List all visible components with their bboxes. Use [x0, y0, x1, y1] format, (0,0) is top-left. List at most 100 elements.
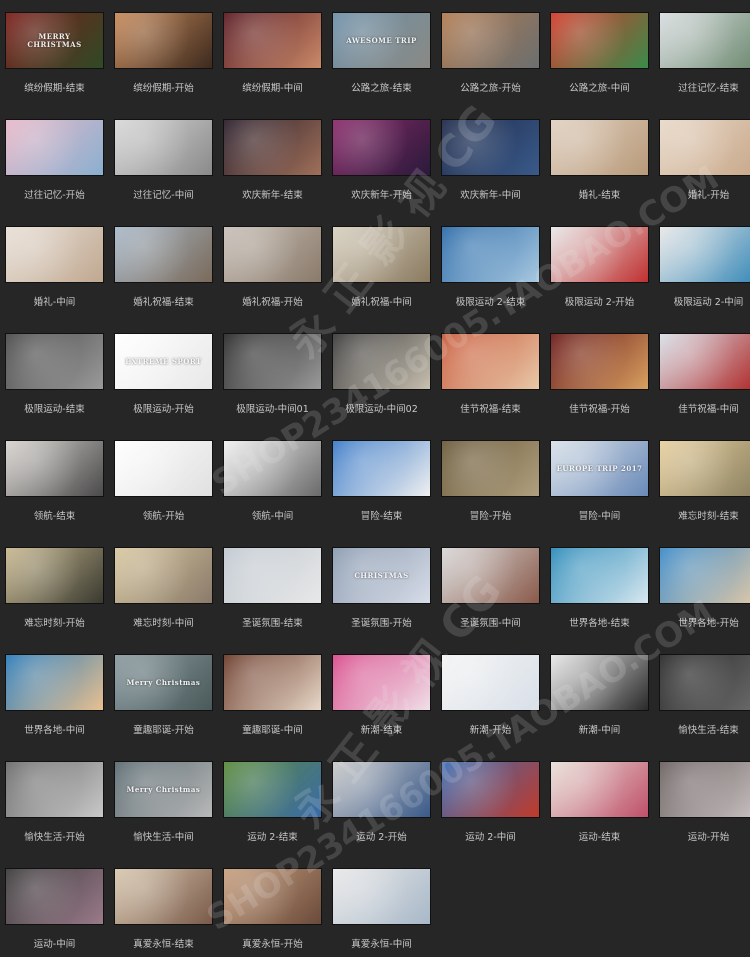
thumbnail-label: 过往记忆-结束	[678, 83, 739, 94]
thumbnail-title-text	[119, 441, 208, 496]
thumbnail-image	[224, 655, 321, 710]
thumbnail-label: 运动 2-中间	[465, 832, 516, 843]
template-thumbnail[interactable]: 婚礼-中间	[6, 215, 103, 309]
thumbnail-label: 佳节祝福-开始	[569, 404, 630, 415]
template-grid: MERRY CHRISTMAS 缤纷假期-结束 缤纷假期-开始 缤纷假期-中间 AWES…	[0, 0, 750, 957]
template-thumbnail[interactable]: 领航-中间	[224, 429, 321, 523]
template-thumbnail[interactable]: 婚礼-开始	[660, 108, 750, 202]
template-thumbnail[interactable]: 新潮-结束	[333, 643, 430, 737]
thumbnail-title-text	[119, 548, 208, 603]
template-thumbnail[interactable]: 领航-结束	[6, 429, 103, 523]
thumbnail-label: 世界各地-中间	[24, 725, 85, 736]
thumbnail-label: 极限运动 2-开始	[564, 297, 635, 308]
template-thumbnail[interactable]: 极限运动 2-开始	[551, 215, 648, 309]
template-thumbnail[interactable]: 童趣耶诞-中间	[224, 643, 321, 737]
thumbnail-image	[333, 869, 430, 924]
thumbnail-label: 圣诞氛围-中间	[460, 618, 521, 629]
template-thumbnail[interactable]: 运动 2-开始	[333, 750, 430, 844]
template-thumbnail[interactable]: 难忘时刻-中间	[115, 536, 212, 630]
thumbnail-label: 公路之旅-中间	[569, 83, 630, 94]
thumbnail-title-text	[446, 227, 535, 282]
template-thumbnail[interactable]: 婚礼祝福-开始	[224, 215, 321, 309]
template-thumbnail[interactable]: MERRY CHRISTMAS 缤纷假期-结束	[6, 1, 103, 95]
template-thumbnail[interactable]: 真爱永恒-结束	[115, 857, 212, 951]
template-thumbnail[interactable]: 运动 2-中间	[442, 750, 539, 844]
template-thumbnail[interactable]: 极限运动 2-中间	[660, 215, 750, 309]
template-thumbnail[interactable]: 运动-中间	[6, 857, 103, 951]
template-thumbnail[interactable]: 圣诞氛围-结束	[224, 536, 321, 630]
template-thumbnail[interactable]: 佳节祝福-结束	[442, 322, 539, 416]
thumbnail-label: 极限运动 2-中间	[673, 297, 744, 308]
thumbnail-image	[6, 869, 103, 924]
template-thumbnail[interactable]: 圣诞氛围-中间	[442, 536, 539, 630]
template-thumbnail[interactable]: 世界各地-开始	[660, 536, 750, 630]
template-thumbnail[interactable]: 新潮-中间	[551, 643, 648, 737]
template-thumbnail[interactable]: 领航-开始	[115, 429, 212, 523]
thumbnail-image: CHRISTMAS	[333, 548, 430, 603]
thumbnail-image	[442, 548, 539, 603]
template-thumbnail[interactable]: 极限运动-结束	[6, 322, 103, 416]
template-thumbnail[interactable]: 世界各地-中间	[6, 643, 103, 737]
template-thumbnail[interactable]: 难忘时刻-结束	[660, 429, 750, 523]
template-thumbnail[interactable]: Merry Christmas 童趣耶诞-开始	[115, 643, 212, 737]
template-thumbnail[interactable]: 公路之旅-开始	[442, 1, 539, 95]
thumbnail-image	[442, 120, 539, 175]
thumbnail-title-text: EXTREME SPORT	[125, 356, 202, 366]
template-thumbnail[interactable]: 过往记忆-开始	[6, 108, 103, 202]
thumbnail-image	[224, 334, 321, 389]
template-thumbnail[interactable]: 运动-结束	[551, 750, 648, 844]
template-thumbnail[interactable]: 婚礼祝福-结束	[115, 215, 212, 309]
thumbnail-label: 欢庆新年-开始	[351, 190, 412, 201]
thumbnail-label: 领航-结束	[33, 511, 76, 522]
template-thumbnail[interactable]: 婚礼祝福-中间	[333, 215, 430, 309]
thumbnail-title-text	[10, 655, 99, 710]
thumbnail-image	[333, 120, 430, 175]
template-thumbnail[interactable]: 欢庆新年-中间	[442, 108, 539, 202]
template-thumbnail[interactable]: 佳节祝福-开始	[551, 322, 648, 416]
template-thumbnail[interactable]: 冒险-开始	[442, 429, 539, 523]
template-thumbnail[interactable]: 过往记忆-中间	[115, 108, 212, 202]
template-thumbnail[interactable]: 运动 2-结束	[224, 750, 321, 844]
thumbnail-title-text	[555, 762, 644, 817]
thumbnail-label: 愉快生活-结束	[678, 725, 739, 736]
thumbnail-title-text	[664, 227, 750, 282]
template-thumbnail[interactable]: 过往记忆-结束	[660, 1, 750, 95]
template-thumbnail[interactable]: 公路之旅-中间	[551, 1, 648, 95]
template-thumbnail[interactable]: 愉快生活-开始	[6, 750, 103, 844]
thumbnail-label: 过往记忆-开始	[24, 190, 85, 201]
thumbnail-image: EUROPE TRIP 2017	[551, 441, 648, 496]
template-thumbnail[interactable]: 世界各地-结束	[551, 536, 648, 630]
template-thumbnail[interactable]: 冒险-结束	[333, 429, 430, 523]
template-thumbnail[interactable]: 缤纷假期-开始	[115, 1, 212, 95]
template-thumbnail[interactable]: Merry Christmas 愉快生活-中间	[115, 750, 212, 844]
thumbnail-title-text	[10, 227, 99, 282]
thumbnail-image	[442, 655, 539, 710]
template-thumbnail[interactable]: 难忘时刻-开始	[6, 536, 103, 630]
template-thumbnail[interactable]: 缤纷假期-中间	[224, 1, 321, 95]
template-thumbnail[interactable]: EXTREME SPORT 极限运动-开始	[115, 322, 212, 416]
thumbnail-label: 圣诞氛围-结束	[242, 618, 303, 629]
thumbnail-title-text	[446, 441, 535, 496]
template-thumbnail[interactable]: 真爱永恒-开始	[224, 857, 321, 951]
template-thumbnail[interactable]: 极限运动-中间01	[224, 322, 321, 416]
thumbnail-label: 极限运动-中间02	[345, 404, 418, 415]
template-thumbnail[interactable]: 运动-开始	[660, 750, 750, 844]
template-thumbnail[interactable]: 真爱永恒-中间	[333, 857, 430, 951]
template-thumbnail[interactable]: CHRISTMAS 圣诞氛围-开始	[333, 536, 430, 630]
thumbnail-image	[442, 334, 539, 389]
template-thumbnail[interactable]: AWESOME TRIP 公路之旅-结束	[333, 1, 430, 95]
template-thumbnail[interactable]: 愉快生活-结束	[660, 643, 750, 737]
thumbnail-title-text	[10, 762, 99, 817]
thumbnail-title-text	[664, 13, 750, 68]
template-thumbnail[interactable]: 极限运动-中间02	[333, 322, 430, 416]
thumbnail-title-text	[228, 762, 317, 817]
template-thumbnail[interactable]: EUROPE TRIP 2017 冒险-中间	[551, 429, 648, 523]
thumbnail-title-text	[228, 13, 317, 68]
template-thumbnail[interactable]: 佳节祝福-中间	[660, 322, 750, 416]
template-thumbnail[interactable]: 极限运动 2-结束	[442, 215, 539, 309]
template-thumbnail[interactable]: 欢庆新年-结束	[224, 108, 321, 202]
thumbnail-label: 运动-结束	[578, 832, 621, 843]
template-thumbnail[interactable]: 欢庆新年-开始	[333, 108, 430, 202]
template-thumbnail[interactable]: 婚礼-结束	[551, 108, 648, 202]
template-thumbnail[interactable]: 新潮-开始	[442, 643, 539, 737]
